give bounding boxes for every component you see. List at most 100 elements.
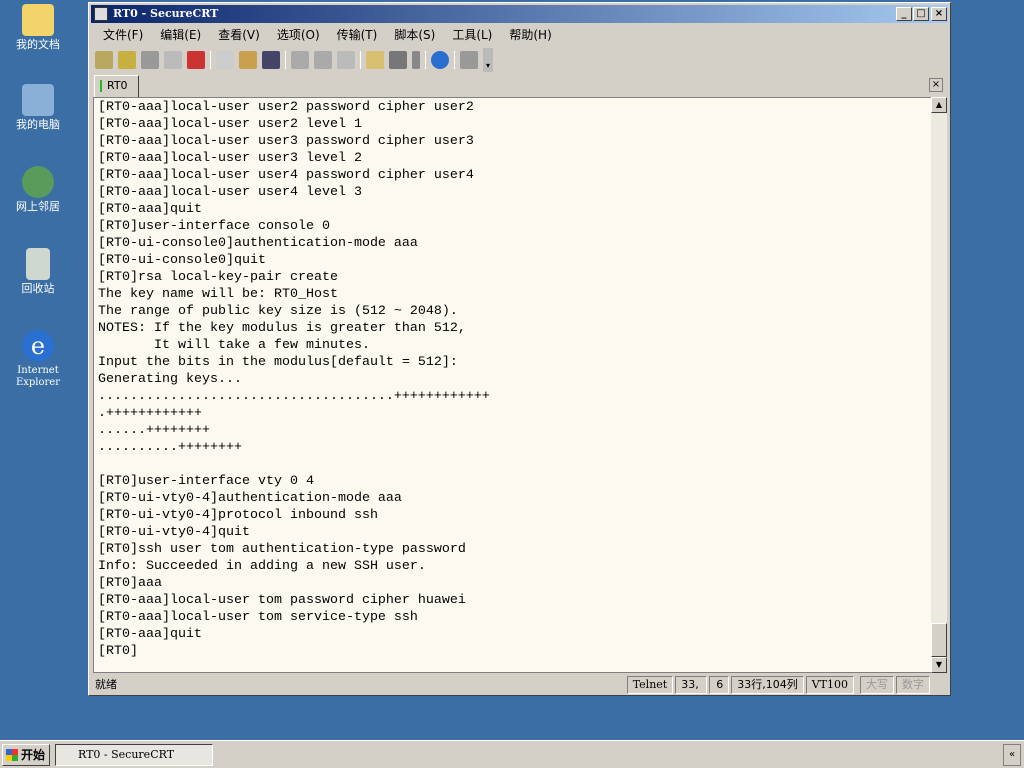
find-icon[interactable] xyxy=(262,51,280,69)
terminal-line: NOTES: If the key modulus is greater tha… xyxy=(98,321,466,336)
folder-icon xyxy=(22,4,54,36)
maximize-button[interactable]: □ xyxy=(913,7,929,21)
internet-explorer-icon: e xyxy=(22,330,54,362)
terminal-line: [RT0-ui-vty0-4]authentication-mode aaa xyxy=(98,491,402,506)
desktop-icon-ie[interactable]: e Internet Explorer xyxy=(4,330,72,389)
terminal-line: ......++++++++ xyxy=(98,423,210,438)
terminal-line: [RT0]ssh user tom authentication-type pa… xyxy=(98,542,466,557)
status-emulation: VT100 xyxy=(805,676,854,694)
status-col: 6 xyxy=(709,676,730,694)
scroll-up-button[interactable]: ▲ xyxy=(931,97,947,113)
toolbar: ▾ xyxy=(95,47,493,73)
close-button[interactable]: × xyxy=(931,7,947,21)
scroll-down-button[interactable]: ▼ xyxy=(931,657,947,673)
tab-bar: RT0 × xyxy=(91,74,948,97)
print-icon[interactable] xyxy=(291,51,309,69)
session-options-icon[interactable] xyxy=(366,51,384,69)
terminal-line: [RT0]aaa xyxy=(98,576,162,591)
terminal-line: [RT0-aaa]local-user user4 password ciphe… xyxy=(98,168,474,183)
terminal-line: [RT0-aaa]quit xyxy=(98,627,202,642)
printer-setup-icon[interactable] xyxy=(337,51,355,69)
help-icon[interactable] xyxy=(431,51,449,69)
terminal-line: [RT0-ui-console0]authentication-mode aaa xyxy=(98,236,418,251)
disconnect-icon[interactable] xyxy=(187,51,205,69)
securecrt-window: RT0 - SecureCRT _ □ × 文件(F) 编辑(E) 查看(V) … xyxy=(88,2,951,696)
scroll-thumb[interactable] xyxy=(931,623,947,657)
terminal-line: Info: Succeeded in adding a new SSH user… xyxy=(98,559,426,574)
menu-help[interactable]: 帮助(H) xyxy=(509,25,551,45)
terminal-line: [RT0]user-interface vty 0 4 xyxy=(98,474,314,489)
paste-icon[interactable] xyxy=(239,51,257,69)
menu-bar: 文件(F) 编辑(E) 查看(V) 选项(O) 传输(T) 脚本(S) 工具(L… xyxy=(91,25,948,45)
tab-rt0[interactable]: RT0 xyxy=(94,75,139,97)
toolbar-separator xyxy=(360,51,361,69)
app-icon xyxy=(94,7,108,21)
recycle-bin-icon xyxy=(26,248,50,280)
terminal-line: It will take a few minutes. xyxy=(98,338,370,353)
terminal-line: ..........++++++++ xyxy=(98,440,242,455)
copy-icon[interactable] xyxy=(216,51,234,69)
terminal-line: [RT0-aaa]local-user tom service-type ssh xyxy=(98,610,418,625)
connect-tab-icon[interactable] xyxy=(141,51,159,69)
terminal-line: [RT0]user-interface console 0 xyxy=(98,219,330,234)
status-bar: 就绪 Telnet 33, 6 33行,104列 VT100 大写 数字 xyxy=(91,675,948,695)
terminal-line: The range of public key size is (512 ~ 2… xyxy=(98,304,458,319)
menu-edit[interactable]: 编辑(E) xyxy=(160,25,201,45)
network-icon xyxy=(22,166,54,198)
desktop-icon-network[interactable]: 网上邻居 xyxy=(4,166,72,213)
desktop-icon-my-documents[interactable]: 我的文档 xyxy=(4,4,72,51)
terminal-line: [RT0] xyxy=(98,644,138,659)
keymap-icon[interactable] xyxy=(412,51,420,69)
taskbar-item-securecrt[interactable]: RT0 - SecureCRT xyxy=(55,744,213,766)
menu-file[interactable]: 文件(F) xyxy=(103,25,143,45)
terminal-line: [RT0-aaa]local-user user2 password ciphe… xyxy=(98,100,474,115)
status-caps: 大写 xyxy=(860,676,894,694)
computer-icon xyxy=(22,84,54,116)
resize-grip-icon[interactable] xyxy=(930,675,948,695)
terminal-line: [RT0-ui-vty0-4]protocol inbound ssh xyxy=(98,508,378,523)
toolbar-separator xyxy=(425,51,426,69)
status-num: 数字 xyxy=(896,676,930,694)
status-ready: 就绪 xyxy=(95,678,117,691)
terminal-output[interactable]: [RT0-aaa]local-user user2 password ciphe… xyxy=(93,97,931,673)
terminal-line: [RT0-ui-console0]quit xyxy=(98,253,266,268)
status-protocol: Telnet xyxy=(626,676,674,694)
connect-icon[interactable] xyxy=(95,51,113,69)
reconnect-icon[interactable] xyxy=(164,51,182,69)
terminal-line: [RT0-aaa]local-user user2 level 1 xyxy=(98,117,362,132)
menu-transfer[interactable]: 传输(T) xyxy=(337,25,378,45)
terminal-line: .....................................+++… xyxy=(98,389,490,404)
close-tab-button[interactable]: × xyxy=(929,78,943,92)
minimize-button[interactable]: _ xyxy=(896,7,912,21)
print-selection-icon[interactable] xyxy=(314,51,332,69)
desktop-icon-my-computer[interactable]: 我的电脑 xyxy=(4,84,72,131)
status-position: 33行,104列 xyxy=(731,676,804,694)
toolbar-separator xyxy=(454,51,455,69)
sftp-icon[interactable] xyxy=(460,51,478,69)
terminal-line: Input the bits in the modulus[default = … xyxy=(98,355,458,370)
taskbar: 开始 RT0 - SecureCRT « xyxy=(0,740,1024,768)
start-button[interactable]: 开始 xyxy=(2,744,50,766)
terminal-line: [RT0-aaa]local-user user3 password ciphe… xyxy=(98,134,474,149)
terminal-line: [RT0-aaa]local-user tom password cipher … xyxy=(98,593,466,608)
quick-connect-icon[interactable] xyxy=(118,51,136,69)
menu-view[interactable]: 查看(V) xyxy=(218,25,260,45)
toolbar-overflow-icon[interactable]: ▾ xyxy=(483,48,493,72)
menu-options[interactable]: 选项(O) xyxy=(277,25,320,45)
terminal-line: [RT0]rsa local-key-pair create xyxy=(98,270,338,285)
terminal-line: [RT0-aaa]local-user user3 level 2 xyxy=(98,151,362,166)
terminal-line: [RT0-ui-vty0-4]quit xyxy=(98,525,250,540)
tray-expand-button[interactable]: « xyxy=(1003,744,1021,766)
status-row: 33, xyxy=(675,676,708,694)
menu-script[interactable]: 脚本(S) xyxy=(394,25,435,45)
desktop-icon-recycle-bin[interactable]: 回收站 xyxy=(4,248,72,295)
global-options-icon[interactable] xyxy=(389,51,407,69)
terminal-line: [RT0-aaa]local-user user4 level 3 xyxy=(98,185,362,200)
toolbar-separator xyxy=(210,51,211,69)
toolbar-separator xyxy=(285,51,286,69)
title-bar[interactable]: RT0 - SecureCRT _ □ × xyxy=(91,5,948,23)
terminal-line: The key name will be: RT0_Host xyxy=(98,287,338,302)
menu-tools[interactable]: 工具(L) xyxy=(452,25,492,45)
vertical-scrollbar[interactable]: ▲ ▼ xyxy=(931,97,947,673)
